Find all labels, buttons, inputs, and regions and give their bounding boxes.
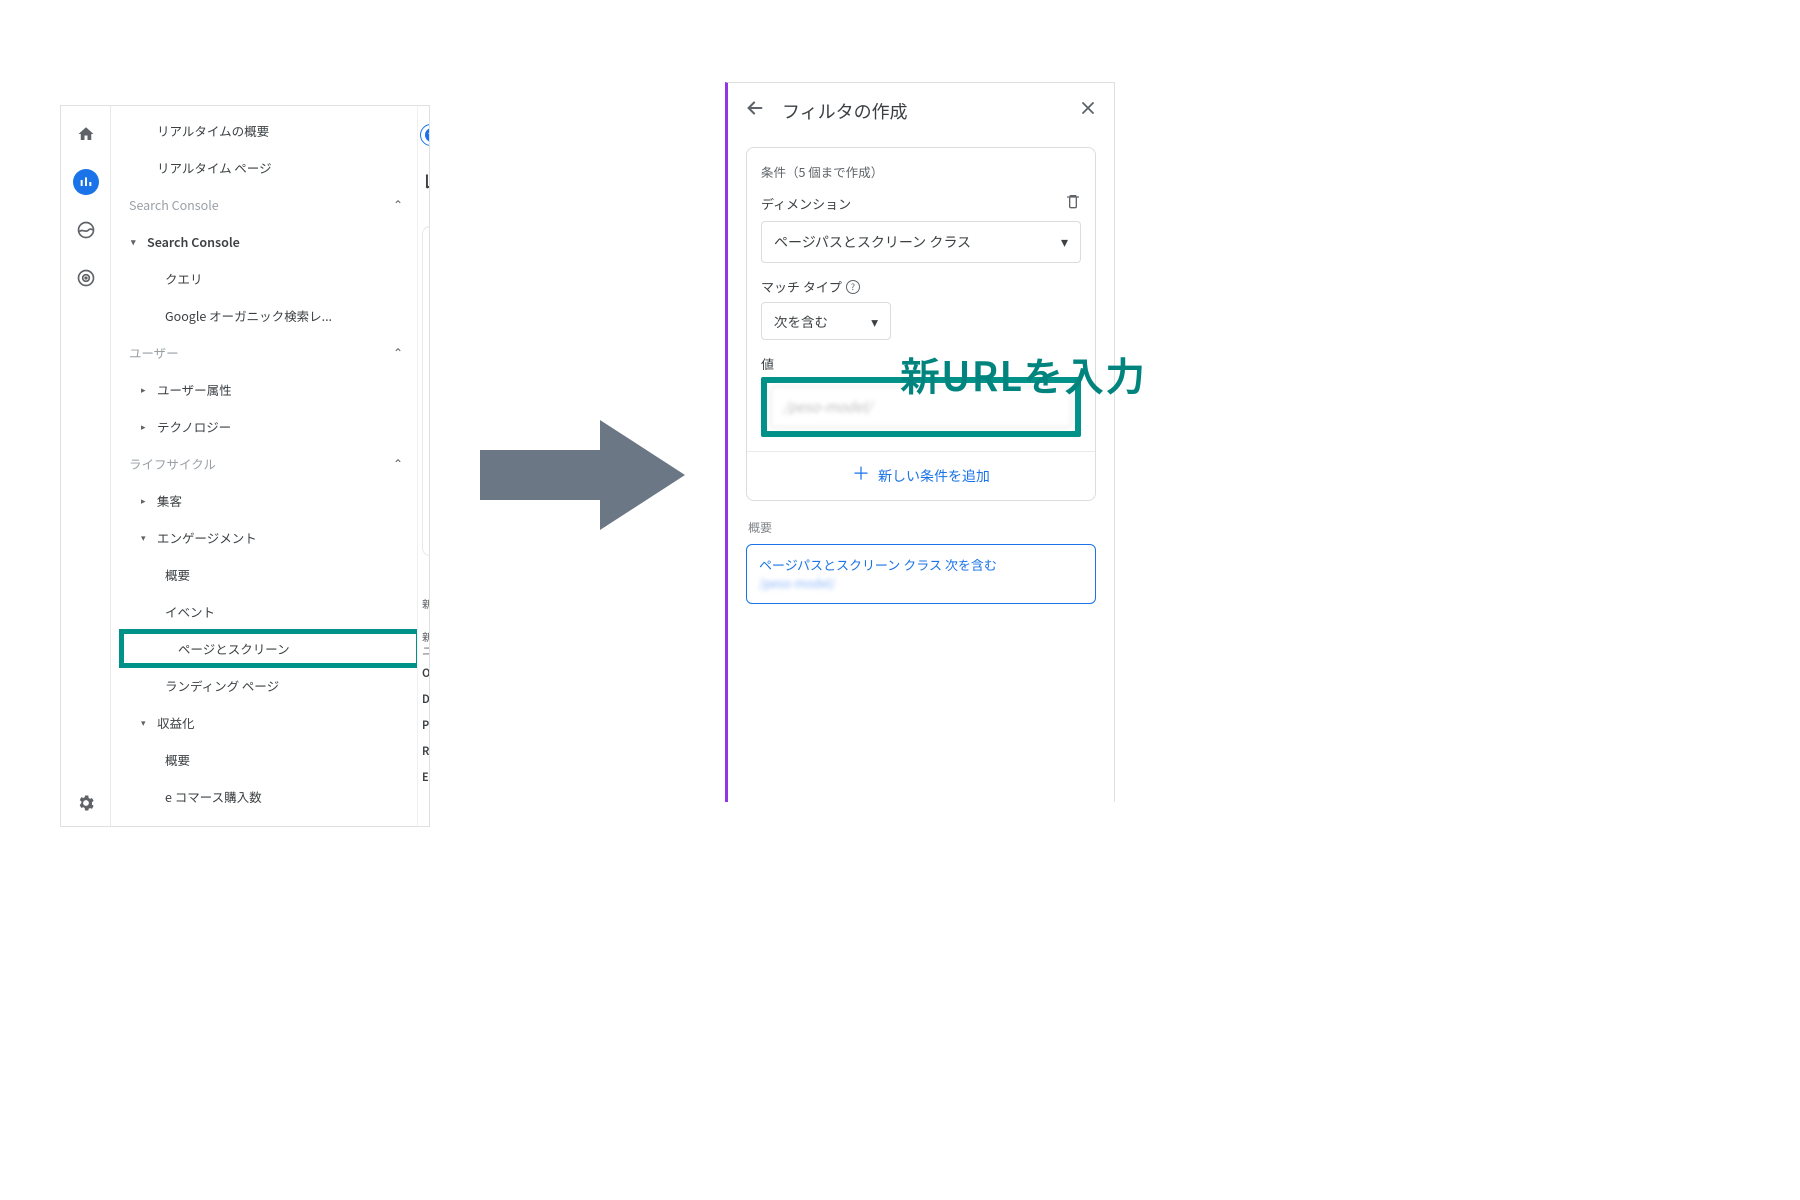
nav-events[interactable]: イベント [111,593,429,630]
table-row: Organ [422,665,430,681]
condition-card: 条件（5 個まで作成） ディメンション ページパスとスクリーン クラス ▾ マッ… [746,147,1096,501]
nav-mon-overview[interactable]: 概要 [111,741,429,778]
nav-realtime-pages[interactable]: リアルタイム ページ [111,149,429,186]
section-label: ライフサイクル [129,454,216,473]
table-row: Direct [422,691,430,707]
overview-card[interactable]: ページパスとスクリーン クラス 次を含む /peso-model/ [746,544,1096,604]
nav-engagement-overview[interactable]: 概要 [111,556,429,593]
overview-text: ページパスとスクリーン クラス 次を含む [759,555,1083,575]
nav-section-lifecycle[interactable]: ライフサイクル ⌃ [111,445,429,482]
explore-icon[interactable] [73,217,99,243]
ga-sidebar-screenshot: リアルタイムの概要 リアルタイム ページ Search Console ⌃ Se… [60,105,430,827]
plus-icon: ＋ [852,466,870,486]
help-icon[interactable]: ? [846,280,860,294]
filter-pill[interactable]: す すべ [420,124,430,146]
nav-purchase-path[interactable]: 購入経路 [111,815,429,826]
match-type-value: 次を含む [774,311,828,331]
filter-create-panel: フィルタの作成 条件（5 個まで作成） ディメンション ページパスとスクリーン … [725,82,1115,802]
reports-icon[interactable] [73,169,99,195]
nav-user-attributes[interactable]: ユーザー属性 [111,371,429,408]
overview-label: 概要 [748,519,1096,536]
close-icon[interactable] [1078,98,1098,124]
arrow-icon [470,405,700,545]
nav-technology[interactable]: テクノロジー [111,408,429,445]
match-type-text: マッチ タイプ [761,277,842,296]
table-header: 新規ユーサ [422,596,430,612]
dimension-label: ディメンション [761,194,851,213]
dimension-select[interactable]: ページパスとスクリーン クラス ▾ [761,221,1081,263]
chevron-up-icon: ⌃ [393,196,403,213]
table-row: Email [422,769,430,785]
advertising-icon[interactable] [73,265,99,291]
icon-rail [61,106,111,826]
nav-pages-screens-label: ページとスクリーン [178,639,290,658]
delete-icon[interactable] [1065,193,1081,213]
table-row: Referr [422,743,430,759]
chart-card: ‹ [422,226,430,556]
nav-search-console[interactable]: Search Console [111,223,429,260]
nav-query[interactable]: クエリ [111,260,429,297]
pill-badge: す [425,128,430,142]
page-heading-partial: レポ [422,168,430,194]
table-row: Paid S [422,717,430,733]
match-type-label: マッチ タイプ ? [761,277,1081,296]
nav-acquisition[interactable]: 集客 [111,482,429,519]
nav-ecommerce[interactable]: e コマース購入数 [111,778,429,815]
nav-section-user[interactable]: ユーザー ⌃ [111,334,429,371]
main-content-sliver: す すべ レポ ‹ 新規ユーサ 新規: ユー Organ Direct Paid… [417,106,430,826]
nav-column: リアルタイムの概要 リアルタイム ページ Search Console ⌃ Se… [111,106,429,826]
line-chart-fragment [429,267,430,427]
nav-section-search-console[interactable]: Search Console ⌃ [111,186,429,223]
col-hdr-b: ユー [422,644,430,658]
panel-header: フィルタの作成 [728,83,1114,139]
add-condition-button[interactable]: ＋ 新しい条件を追加 [747,451,1095,492]
chevron-up-icon: ⌃ [393,344,403,361]
back-arrow-icon[interactable] [744,97,766,125]
chevron-up-icon: ⌃ [393,455,403,472]
dimension-row: ディメンション [761,193,1081,213]
nav-pages-screens-highlighted[interactable]: ページとスクリーン [119,629,421,668]
nav-landing-page[interactable]: ランディング ページ [111,667,429,704]
annotation-new-url: 新URLを入力 [900,345,1146,403]
overview-value-blurred: /peso-model/ [759,575,1083,593]
conditions-count-label: 条件（5 個まで作成） [761,162,1081,181]
chevron-down-icon: ▾ [1061,232,1068,252]
section-label: Search Console [129,195,219,214]
nav-google-organic[interactable]: Google オーガニック検索レ... [111,297,429,334]
nav-monetization[interactable]: 収益化 [111,704,429,741]
section-label: ユーザー [129,343,179,362]
table-fragment: 新規ユーサ 新規: ユー Organ Direct Paid S Referr … [422,596,430,795]
admin-gear-icon[interactable] [73,790,99,816]
match-type-select[interactable]: 次を含む ▾ [761,302,891,340]
col-hdr-a: 新規: [422,630,430,644]
panel-title: フィルタの作成 [782,98,908,124]
add-condition-label: 新しい条件を追加 [878,466,990,486]
nav-engagement[interactable]: エンゲージメント [111,519,429,556]
dimension-value: ページパスとスクリーン クラス [774,232,971,252]
home-icon[interactable] [73,121,99,147]
nav-realtime-overview[interactable]: リアルタイムの概要 [111,112,429,149]
chevron-down-icon: ▾ [871,311,878,331]
